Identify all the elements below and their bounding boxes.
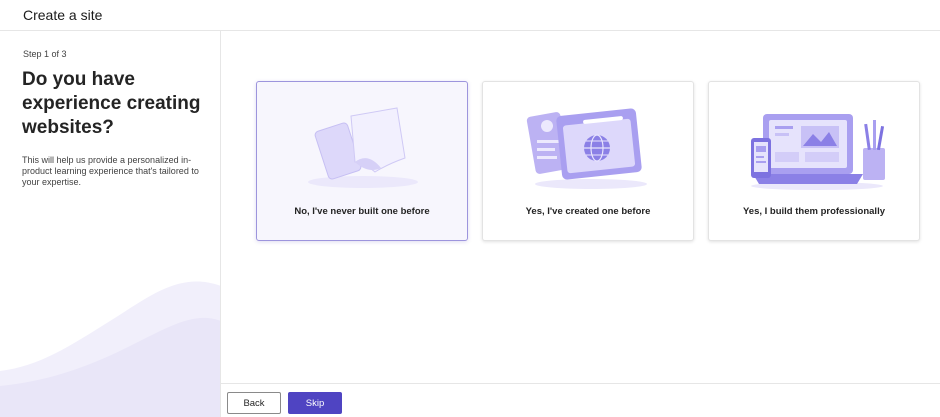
option-card-created-one[interactable]: Yes, I've created one before (482, 81, 694, 241)
question-heading: Do you have experience creating websites… (22, 69, 201, 138)
laptop-devices-icon (751, 114, 885, 190)
back-button[interactable]: Back (227, 392, 281, 414)
option-label: Yes, I build them professionally (742, 206, 885, 217)
decorative-wave (0, 281, 220, 417)
option-label: No, I've never built one before (294, 206, 430, 217)
globe-pages-icon (526, 108, 647, 189)
options-area: No, I've never built one before Yes, I'v… (221, 31, 940, 383)
option-label: Yes, I've created one before (525, 206, 651, 217)
paper-pages-icon (308, 107, 418, 188)
left-panel: Step 1 of 3 Do you have experience creat… (0, 31, 221, 417)
skip-button[interactable]: Skip (288, 392, 342, 414)
option-card-never-built[interactable]: No, I've never built one before (256, 81, 468, 241)
step-indicator: Step 1 of 3 (23, 49, 67, 59)
page-title: Create a site (23, 7, 103, 23)
help-text: This will help us provide a personalized… (22, 155, 199, 187)
footer-bar: Back Skip (221, 383, 940, 417)
top-bar: Create a site (0, 0, 940, 31)
option-card-professional[interactable]: Yes, I build them professionally (708, 81, 920, 241)
